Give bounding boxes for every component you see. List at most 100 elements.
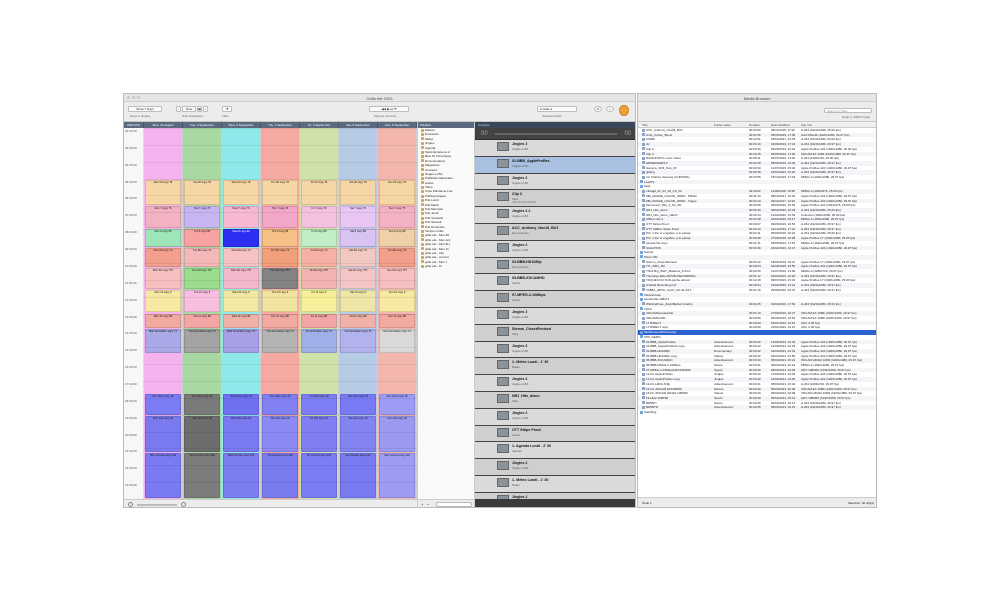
- alert-icon[interactable]: [619, 105, 629, 116]
- node-select[interactable]: ● Node 1: [537, 106, 577, 112]
- schedule-event[interactable]: Fri 7 copy 76: [301, 205, 337, 229]
- schedule-event[interactable]: Sun 8H copy 74: [379, 247, 415, 267]
- calendar-icon[interactable]: ▦: [197, 106, 202, 112]
- playout-row[interactable]: Jingles 2Jingles et BA: [475, 140, 635, 157]
- schedule-event[interactable]: Thu 11 copy 88: [262, 313, 298, 328]
- schedule-event[interactable]: Mon 10 copy 9: [145, 289, 181, 313]
- schedule-event[interactable]: Fri Accordéon copy 74: [301, 328, 337, 353]
- playout-row[interactable]: Jingles 2Jingles et BA: [475, 459, 635, 476]
- schedule-event[interactable]: Wed 00 copy 78: [223, 180, 259, 205]
- playout-row[interactable]: 03-BBB-HD1080p Documentary: [475, 257, 635, 275]
- refresh-button[interactable]: ⟳: [594, 106, 602, 112]
- schedule-event[interactable]: Thu 8 copy 88: [262, 229, 298, 247]
- schedule-event[interactable]: Mon 00 copy 78: [145, 180, 181, 205]
- schedule-event[interactable]: Fri Convert copy 102: [301, 453, 337, 498]
- playout-row[interactable]: Jingles 2 2 Jingles et BA: [475, 207, 635, 224]
- playout-row[interactable]: Jingles 2Jingles et BA: [475, 240, 635, 258]
- schedule-event[interactable]: Tue 8H copy 74: [184, 247, 220, 267]
- schedule-event[interactable]: Fri 8 copy 88: [301, 229, 337, 247]
- playout-row[interactable]: Jingles 2Jingles et BA: [475, 408, 635, 426]
- schedule-event[interactable]: Tue 7 copy 76: [184, 205, 220, 229]
- playout-controls[interactable]: ◀ ■ ▶ ⏭ ⏮: [369, 106, 409, 112]
- schedule-event[interactable]: Thu 7 copy 76: [262, 205, 298, 229]
- schedule-event[interactable]: Sun 00 copy 78: [379, 180, 415, 205]
- schedule-event[interactable]: Thu Accordéon copy 74: [262, 328, 298, 353]
- schedule-event[interactable]: Tue Accordéon copy 74: [184, 328, 220, 353]
- schedule-event[interactable]: Sun 11 copy 88: [379, 313, 415, 328]
- schedule-event[interactable]: Wed 9H copy 757: [223, 267, 259, 289]
- schedule-event[interactable]: Sat 00 copy 78: [340, 180, 376, 205]
- schedule-event[interactable]: Mon Convert copy 102: [145, 453, 181, 498]
- playout-row[interactable]: ACC_Anthony_Nov18_BU1 Documentary: [475, 224, 635, 241]
- playout-row[interactable]: Stemm_CloserRevised Clips: [475, 324, 635, 342]
- playout-row[interactable]: 01-BBB_AppleProRes Jingles et BA: [475, 156, 635, 174]
- zoom-in-icon[interactable]: [181, 502, 186, 507]
- playout-row[interactable]: Jingles 3 Jingles et BA: [475, 341, 635, 359]
- schedule-event[interactable]: Mon 8 copy 88: [145, 229, 181, 247]
- schedule-event[interactable]: Mon 9H copy 757: [145, 267, 181, 289]
- schedule-event[interactable]: Thu 10 copy 9: [262, 289, 298, 313]
- schedule-event[interactable]: Thu 8H copy 74: [262, 247, 298, 267]
- playout-row[interactable]: Jingles 2Jingles et BA: [475, 375, 635, 392]
- playout-row[interactable]: Jingles 2Jingles et BA: [475, 173, 635, 191]
- schedule-event[interactable]: Sat Info copy 18: [340, 416, 376, 453]
- now-button[interactable]: Now: [182, 106, 196, 112]
- schedule-event[interactable]: Fri 9H copy 757: [301, 267, 337, 289]
- add-playlist-button[interactable]: +: [421, 502, 423, 507]
- schedule-event[interactable]: Mon Info copy 18: [145, 416, 181, 453]
- schedule-event[interactable]: Mon Accordéon copy 74: [145, 328, 181, 353]
- media-row[interactable]: Subtitling: [638, 410, 876, 415]
- schedule-event[interactable]: Sun Convert copy 102: [379, 453, 415, 498]
- playout-row[interactable]: 07-MPEG-2-10Mbps Series: [475, 291, 635, 308]
- schedule-event[interactable]: Tue Convert copy 102: [184, 453, 220, 498]
- schedule-event[interactable]: Sun 9H copy 757: [379, 267, 415, 289]
- playout-row[interactable]: 05-BBB-XDCAMHD Sports: [475, 274, 635, 292]
- remove-playlist-button[interactable]: −: [427, 502, 429, 507]
- schedule-event[interactable]: Sun 7 copy 76: [379, 205, 415, 229]
- schedule-event[interactable]: Wed 10 copy 9: [223, 289, 259, 313]
- schedule-event[interactable]: Wed 8H copy 74: [223, 247, 259, 267]
- zoom-out-icon[interactable]: [128, 502, 133, 507]
- schedule-event[interactable]: Fri 00 copy 78: [301, 180, 337, 205]
- schedule-event[interactable]: Fri Info copy 18: [301, 416, 337, 453]
- playlist-item[interactable]: grille été - M: [418, 264, 474, 268]
- playout-row[interactable]: Clip C Clips XDCAM HD 1080i50: [475, 190, 635, 208]
- schedule-event[interactable]: Mon 11 copy 88: [145, 313, 181, 328]
- playout-row[interactable]: 1- Météo Lundi - 1' 30 Météo: [475, 358, 635, 376]
- playout-row[interactable]: Jingles 2Jingles et BA: [475, 308, 635, 325]
- schedule-event[interactable]: Wed Accordéon copy 74: [223, 328, 259, 353]
- playout-row[interactable]: 1- Agenda Lundi - 2' 30 Agenda: [475, 442, 635, 460]
- schedule-event[interactable]: Tue Info copy 18: [184, 416, 220, 453]
- schedule-event[interactable]: Wed Convert copy 102: [223, 453, 259, 498]
- schedule-event[interactable]: Wed 8 copy 88: [223, 229, 259, 247]
- schedule-event[interactable]: Wed 11 copy 88: [223, 313, 259, 328]
- schedule-event[interactable]: Sun 10 copy 9: [379, 289, 415, 313]
- schedule-event[interactable]: Sat 11 copy 88: [340, 313, 376, 328]
- schedule-event[interactable]: Thu Convert copy 102: [262, 453, 298, 498]
- schedule-event[interactable]: Fri 11 copy 88: [301, 313, 337, 328]
- schedule-event[interactable]: Sat 8 copy 88: [340, 229, 376, 247]
- days-select[interactable]: Show 7 Days: [128, 106, 162, 112]
- schedule-event[interactable]: Tue 8 copy 88: [184, 229, 220, 247]
- schedule-event[interactable]: Tue 00 copy 78: [184, 180, 220, 205]
- schedule-event[interactable]: Fri 10 copy 9: [301, 289, 337, 313]
- zoom-slider[interactable]: [137, 504, 177, 506]
- check-button[interactable]: ✓: [606, 106, 614, 112]
- schedule-event[interactable]: Tue 10 copy 9: [184, 289, 220, 313]
- schedule-event[interactable]: Sun Info copy 18: [379, 416, 415, 453]
- schedule-event[interactable]: Sat Accordéon copy 74: [340, 328, 376, 353]
- schedule-event[interactable]: Wed 7 copy 76: [223, 205, 259, 229]
- schedule-event[interactable]: Sun 8 copy 88: [379, 229, 415, 247]
- next-button[interactable]: ›: [203, 106, 208, 112]
- playout-row[interactable]: 1- Météo Lundi - 1' 30 Météo: [475, 476, 635, 493]
- schedule-event[interactable]: Tue 11 copy 88: [184, 313, 220, 328]
- previous-button[interactable]: ‹: [176, 106, 181, 112]
- media-search-input[interactable]: Search in Titles: [824, 108, 872, 113]
- schedule-event[interactable]: Sat 10 copy 9: [340, 289, 376, 313]
- schedule-event[interactable]: Sat Convert copy 102: [340, 453, 376, 498]
- schedule-event[interactable]: Thu Info copy 18: [262, 416, 298, 453]
- schedule-event[interactable]: Sat 9H copy 757: [340, 267, 376, 289]
- playout-row[interactable]: OTT Stripe Proof Autres: [475, 425, 635, 443]
- schedule-event[interactable]: Thu 00 copy 78: [262, 180, 298, 205]
- schedule-event[interactable]: Wed Info copy 18: [223, 416, 259, 453]
